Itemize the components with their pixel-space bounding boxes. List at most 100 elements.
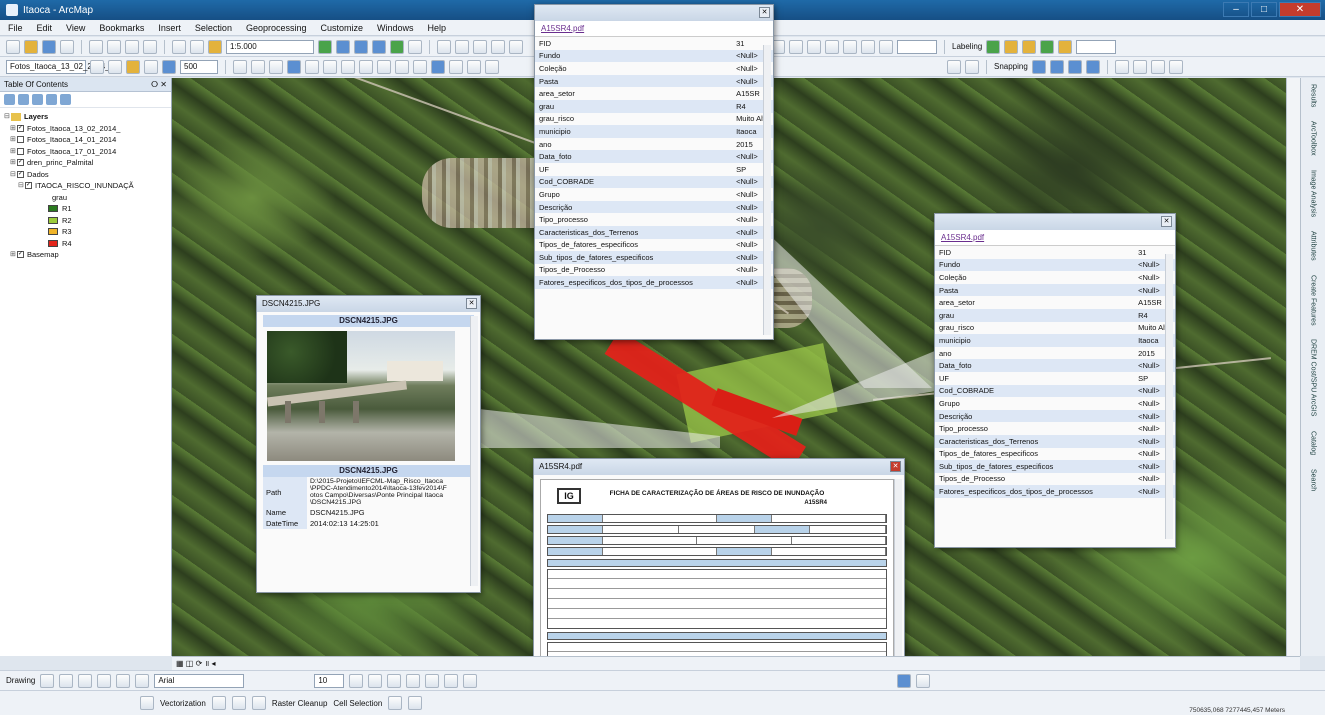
marker-color-icon[interactable]: [463, 673, 478, 688]
vectorization-menu[interactable]: Vectorization: [160, 699, 206, 708]
bold-icon[interactable]: [349, 673, 364, 688]
visibility-checkbox[interactable]: [17, 136, 24, 144]
lock-labels-icon[interactable]: [1004, 39, 1019, 54]
delete-icon[interactable]: [143, 39, 157, 54]
layer-tool-icon[interactable]: [90, 59, 104, 74]
undo-icon[interactable]: [172, 39, 186, 54]
popup-scrollbar[interactable]: [763, 45, 771, 335]
pin-icon[interactable]: ⵔ ✕: [151, 78, 167, 92]
menu-file[interactable]: File: [8, 23, 23, 33]
copy-icon[interactable]: [107, 39, 121, 54]
attributes-edit-icon[interactable]: [861, 39, 875, 54]
menu-customize[interactable]: Customize: [321, 23, 364, 33]
dock-tab-arctoolbox[interactable]: ArcToolbox: [1310, 121, 1317, 156]
full-extent-icon[interactable]: [287, 59, 301, 74]
advanced-edit-icon[interactable]: [1114, 59, 1129, 74]
italic-icon[interactable]: [368, 673, 383, 688]
menu-geoprocessing[interactable]: Geoprocessing: [246, 23, 307, 33]
menu-view[interactable]: View: [66, 23, 85, 33]
visibility-checkbox[interactable]: ✓: [17, 170, 24, 178]
end-snap-icon[interactable]: [1049, 59, 1064, 74]
fixed-zoom-out-icon[interactable]: [323, 59, 337, 74]
topology2-icon[interactable]: [965, 59, 979, 74]
table-icon[interactable]: [336, 39, 350, 54]
zoom-in-icon[interactable]: [233, 59, 247, 74]
pdf-hyperlink[interactable]: A15SR4.pdf: [935, 230, 1175, 246]
layer-tool5-icon[interactable]: [162, 59, 176, 74]
close-button[interactable]: ✕: [1279, 2, 1321, 17]
arctoolbox-icon[interactable]: [390, 39, 404, 54]
rectangle-icon[interactable]: [97, 673, 112, 688]
visibility-checkbox[interactable]: [17, 147, 24, 155]
legend-item[interactable]: R2: [4, 215, 167, 227]
print-icon[interactable]: [60, 39, 74, 54]
reshape-icon[interactable]: [789, 39, 803, 54]
layer-tool2-icon[interactable]: [108, 59, 122, 74]
advanced-edit3-icon[interactable]: [1150, 59, 1165, 74]
save-icon[interactable]: [42, 39, 56, 54]
new-map-icon[interactable]: [6, 39, 20, 54]
search-window-icon[interactable]: [372, 39, 386, 54]
toc-layer[interactable]: ⊞ ✓ Basemap: [4, 249, 167, 261]
clear-selection-icon[interactable]: [395, 59, 409, 74]
list-by-source-icon[interactable]: [18, 94, 29, 105]
dock-tab-catalog[interactable]: Catalog: [1310, 431, 1317, 455]
visibility-checkbox[interactable]: ✓: [17, 251, 24, 259]
layer-tool4-icon[interactable]: [144, 59, 158, 74]
text-icon[interactable]: [116, 673, 131, 688]
callout-icon[interactable]: [135, 673, 150, 688]
close-icon[interactable]: ✕: [466, 298, 477, 309]
georef-tool2-icon[interactable]: [455, 39, 469, 54]
toc-group[interactable]: ⊟ ✓ Dados: [4, 169, 167, 181]
dock-tab-image-analysis[interactable]: Image Analysis: [1310, 170, 1317, 217]
forward-extent-icon[interactable]: [359, 59, 373, 74]
edit-combo[interactable]: [897, 39, 937, 54]
legend-item[interactable]: R4: [4, 238, 167, 250]
pdf-hyperlink[interactable]: A15SR4.pdf: [535, 21, 773, 37]
labeling-menu[interactable]: Labeling: [952, 42, 982, 51]
python-icon[interactable]: [408, 39, 422, 54]
select-elements-icon[interactable]: [413, 59, 427, 74]
map-vertical-scrollbar[interactable]: [1286, 78, 1300, 656]
toc-layer[interactable]: ⊞ Fotos_Itaoca_14_01_2014: [4, 134, 167, 146]
georef-tool5-icon[interactable]: [509, 39, 523, 54]
bridge-photo[interactable]: [267, 331, 455, 461]
georef-add-icon[interactable]: [897, 673, 912, 688]
raster-layer-icon[interactable]: [140, 696, 154, 710]
close-icon[interactable]: ✕: [890, 461, 901, 472]
paste-icon[interactable]: [125, 39, 139, 54]
editor-icon[interactable]: [318, 39, 332, 54]
menu-windows[interactable]: Windows: [377, 23, 414, 33]
font-color-icon[interactable]: [406, 673, 421, 688]
toc-root-layers[interactable]: ⊟ Layers: [4, 111, 167, 123]
georef-tool-icon[interactable]: [437, 39, 451, 54]
font-combo[interactable]: Arial: [154, 673, 245, 688]
back-extent-icon[interactable]: [341, 59, 355, 74]
catalog-icon[interactable]: [354, 39, 368, 54]
redo-icon[interactable]: [190, 39, 204, 54]
add-data-icon[interactable]: [208, 39, 222, 54]
label-priority-icon[interactable]: [1058, 39, 1073, 54]
cut-polygon-icon[interactable]: [807, 39, 821, 54]
dock-tab-search[interactable]: Search: [1310, 469, 1317, 491]
menu-edit[interactable]: Edit: [37, 23, 53, 33]
font-size-combo[interactable]: 10: [314, 673, 345, 688]
legend-item[interactable]: R1: [4, 203, 167, 215]
menu-bookmarks[interactable]: Bookmarks: [99, 23, 144, 33]
layout-toggle-icon[interactable]: ▦ ◫ ⟳ ॥ ◂: [176, 659, 216, 668]
georef-text-icon[interactable]: [916, 673, 931, 688]
pin-labels-icon[interactable]: [1022, 39, 1037, 54]
dock-tab-create-features[interactable]: Create Features: [1310, 275, 1317, 326]
cell-selection-menu[interactable]: Cell Selection: [333, 699, 382, 708]
cell-tool2-icon[interactable]: [408, 696, 423, 710]
popup-scrollbar[interactable]: [470, 316, 478, 586]
rotate-icon[interactable]: [843, 39, 857, 54]
topology-icon[interactable]: [947, 59, 961, 74]
open-folder-icon[interactable]: [24, 39, 38, 54]
identify-icon[interactable]: [431, 59, 445, 74]
point-snap-icon[interactable]: [1031, 59, 1046, 74]
label-quality-combo[interactable]: [1076, 39, 1117, 54]
underline-icon[interactable]: [387, 673, 402, 688]
list-by-drawing-order-icon[interactable]: [4, 94, 15, 105]
select-elements-icon[interactable]: [40, 673, 55, 688]
